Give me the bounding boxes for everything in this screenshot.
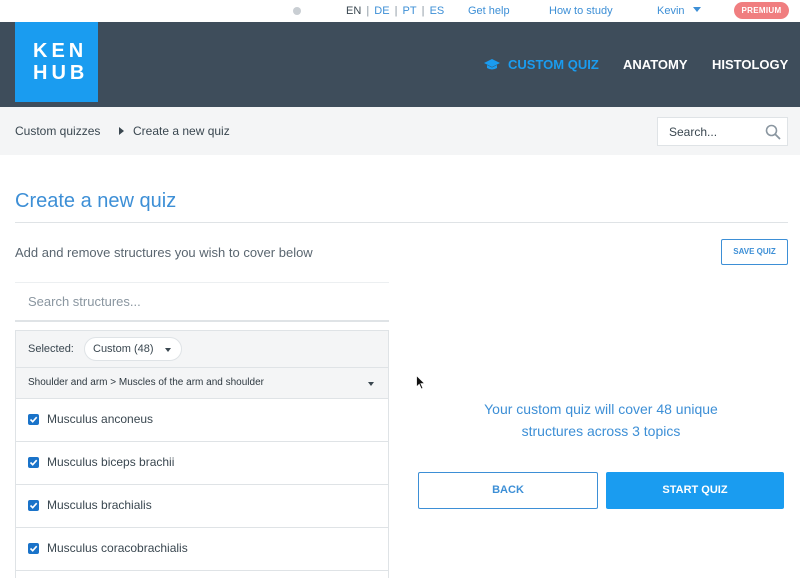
breadcrumb-current: Create a new quiz [133,124,230,138]
graduation-cap-icon [484,59,500,70]
lang-separator: | [391,5,401,17]
checkbox-checked-icon[interactable] [28,414,39,425]
page-subtitle: Add and remove structures you wish to co… [15,245,313,260]
logo-line-2: HUB [33,62,89,84]
structure-name: Musculus brachialis [47,498,152,512]
chevron-down-icon [692,7,701,12]
page-title: Create a new quiz [15,190,177,212]
selected-dropdown-value: Custom (48) [93,343,154,355]
breadcrumb-arrow-icon [119,127,124,135]
list-item[interactable]: Musculus biceps brachii [16,442,388,485]
site-search-input[interactable]: Search... [657,117,788,146]
title-divider [15,222,788,223]
nav-histology[interactable]: HISTOLOGY [712,57,788,72]
search-icon[interactable] [765,124,781,140]
status-dot-icon [293,7,301,15]
list-item[interactable]: Musculus brachialis [16,485,388,528]
topic-path-label: Shoulder and arm > Muscles of the arm an… [28,377,264,388]
site-search-placeholder: Search... [669,125,718,139]
structure-search-placeholder: Search structures... [28,294,141,309]
selected-label: Selected: [28,343,74,355]
lang-separator: | [418,5,428,17]
structure-panel: Selected: Custom (48) Shoulder and arm >… [15,330,389,578]
quiz-summary-line-1: Your custom quiz will cover 48 unique [484,401,718,417]
structure-name: Musculus anconeus [47,412,154,426]
checkbox-checked-icon[interactable] [28,543,39,554]
back-button[interactable]: BACK [418,472,598,509]
lang-pt[interactable]: PT [403,5,417,17]
lang-de[interactable]: DE [374,5,389,17]
get-help-link[interactable]: Get help [468,5,510,17]
user-menu[interactable]: Kevin [657,5,701,17]
premium-badge[interactable]: PREMIUM [734,2,789,19]
user-name: Kevin [657,5,685,17]
lang-es[interactable]: ES [430,5,445,17]
nav-anatomy[interactable]: ANATOMY [623,57,688,72]
save-quiz-button[interactable]: SAVE QUIZ [721,239,788,265]
topic-path-dropdown[interactable]: Shoulder and arm > Muscles of the arm an… [16,368,388,399]
lang-en[interactable]: EN [346,5,361,17]
breadcrumb-custom-quizzes[interactable]: Custom quizzes [15,124,100,138]
nav-custom-quiz[interactable]: CUSTOM QUIZ [484,57,599,72]
main-header: KEN HUB CUSTOM QUIZ ANATOMY HISTOLOGY [0,22,800,107]
nav-custom-quiz-label: CUSTOM QUIZ [508,57,599,72]
how-to-study-link[interactable]: How to study [549,5,613,17]
structure-search-input[interactable]: Search structures... [15,282,389,322]
logo-line-1: KEN [33,40,88,62]
structure-name: Musculus biceps brachii [47,455,175,469]
mouse-pointer-icon [416,375,426,390]
quiz-summary-line-2: structures across 3 topics [521,423,681,439]
language-switcher: EN | DE | PT | ES [346,5,444,17]
top-utility-bar: EN | DE | PT | ES Get help How to study … [0,0,800,22]
checkbox-checked-icon[interactable] [28,500,39,511]
quiz-summary: Your custom quiz will cover 48 unique st… [418,398,784,442]
list-item[interactable]: Musculus anconeus [16,399,388,442]
structure-name: Musculus coracobrachialis [47,541,188,555]
chevron-down-icon [368,382,374,386]
checkbox-checked-icon[interactable] [28,457,39,468]
start-quiz-button[interactable]: START QUIZ [606,472,784,509]
kenhub-logo[interactable]: KEN HUB [15,22,98,102]
selected-dropdown[interactable]: Custom (48) [84,337,182,361]
lang-separator: | [363,5,373,17]
list-item[interactable]: Musculus coracobrachialis [16,528,388,571]
chevron-down-icon [165,348,171,352]
selected-filter-row: Selected: Custom (48) [16,331,388,368]
